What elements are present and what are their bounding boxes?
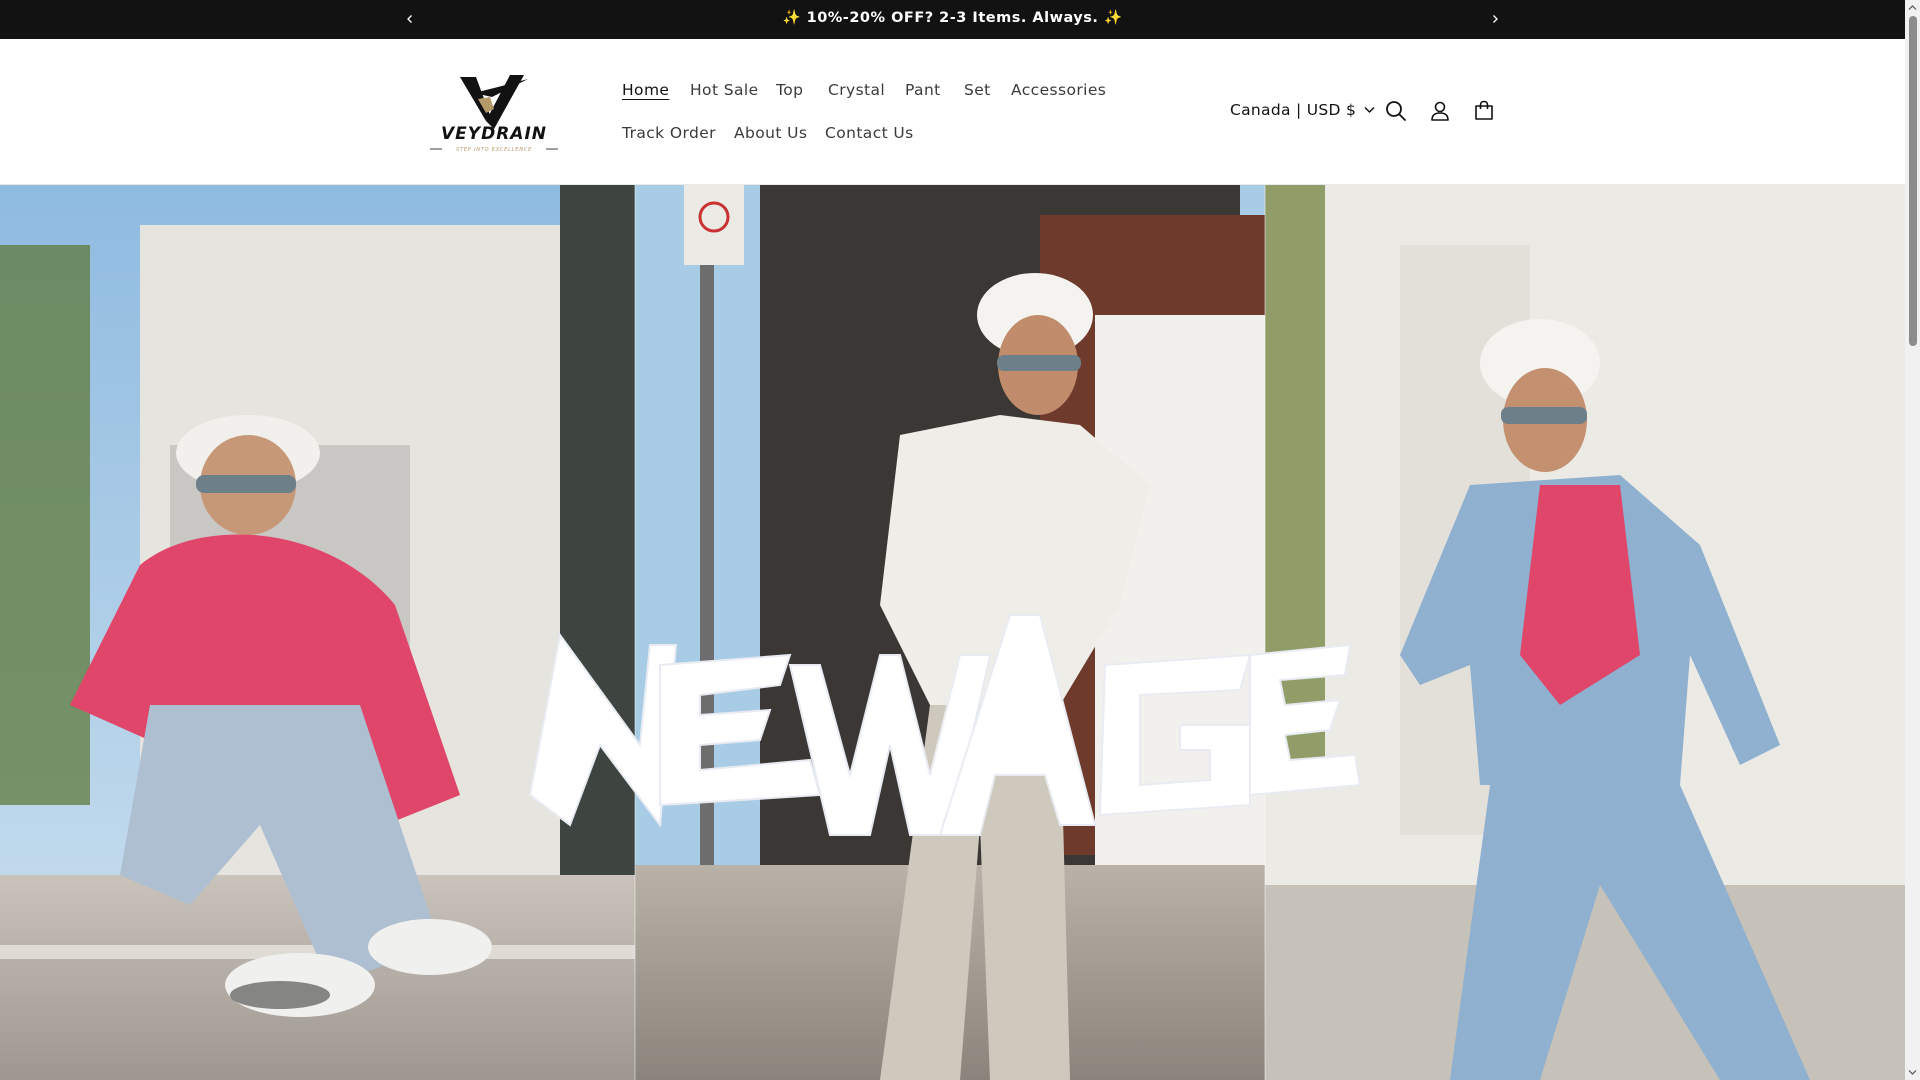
nav-home[interactable]: Home [622, 81, 669, 99]
hero-image [0, 185, 1905, 1080]
country-selector[interactable]: Canada | USD $ [1230, 101, 1375, 119]
nav-contact-us[interactable]: Contact Us [825, 124, 914, 142]
nav-crystal[interactable]: Crystal [828, 81, 885, 99]
site-header: VEYDRAIN STEP INTO EXCELLENCE Home Hot S… [0, 39, 1905, 185]
svg-text:STEP INTO EXCELLENCE: STEP INTO EXCELLENCE [456, 147, 532, 153]
hero-banner[interactable] [0, 185, 1905, 1080]
cart-icon [1475, 100, 1493, 120]
scroll-up-icon[interactable] [1908, 3, 1917, 12]
brand-logo[interactable]: VEYDRAIN STEP INTO EXCELLENCE [428, 69, 560, 155]
search-icon [1386, 101, 1406, 121]
cart-button[interactable] [1470, 97, 1498, 125]
nav-track-order[interactable]: Track Order [622, 124, 716, 142]
account-icon [1431, 101, 1449, 121]
announcement-bar: ✨ 10%-20% OFF? 2-3 Items. Always. ✨ [0, 0, 1905, 39]
hero-panel-middle [635, 185, 1265, 1080]
announcement-next-button[interactable] [1484, 8, 1506, 30]
announcement-message: ✨ 10%-20% OFF? 2-3 Items. Always. ✨ [782, 10, 1123, 26]
nav-hot-sale[interactable]: Hot Sale [690, 81, 759, 99]
nav-pant[interactable]: Pant [905, 81, 941, 99]
chevron-down-icon [1364, 106, 1375, 114]
nav-about-us[interactable]: About Us [734, 124, 807, 142]
account-button[interactable] [1426, 97, 1454, 125]
search-button[interactable] [1382, 97, 1410, 125]
hero-panel-left [0, 185, 635, 1080]
scroll-down-icon[interactable] [1908, 1068, 1917, 1077]
nav-top[interactable]: Top [776, 81, 803, 99]
veydrain-logo: VEYDRAIN STEP INTO EXCELLENCE [430, 75, 558, 153]
country-selector-label: Canada | USD $ [1230, 101, 1357, 119]
nav-set[interactable]: Set [964, 81, 991, 99]
hero-panel-right [1265, 185, 1905, 1080]
page-scrollbar[interactable] [1905, 0, 1920, 1080]
nav-accessories[interactable]: Accessories [1011, 81, 1106, 99]
chevron-right-icon [1493, 15, 1498, 23]
scrollbar-thumb[interactable] [1909, 16, 1917, 346]
svg-text:VEYDRAIN: VEYDRAIN [441, 124, 547, 144]
